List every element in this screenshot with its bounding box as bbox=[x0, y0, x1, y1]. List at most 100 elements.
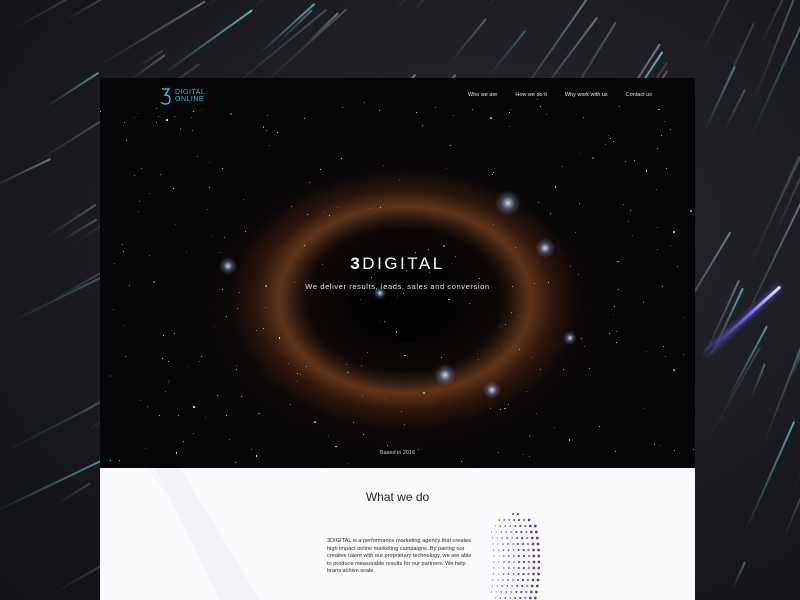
globe-dot bbox=[521, 536, 524, 540]
star bbox=[580, 338, 582, 340]
globe-dot bbox=[496, 585, 498, 587]
star bbox=[654, 443, 656, 445]
globe-dot bbox=[516, 542, 520, 546]
star bbox=[109, 375, 112, 377]
nav-who-we-are[interactable]: Who we are bbox=[468, 92, 497, 98]
globe-dot bbox=[492, 573, 495, 575]
star bbox=[360, 365, 362, 367]
globe-dot bbox=[526, 578, 530, 582]
star bbox=[591, 157, 594, 159]
star bbox=[421, 124, 423, 126]
star bbox=[347, 371, 349, 374]
star-trail bbox=[449, 17, 487, 64]
globe-dot bbox=[532, 548, 535, 552]
nav-contact-us[interactable]: Contact us bbox=[626, 92, 652, 98]
star bbox=[656, 188, 658, 190]
star bbox=[300, 374, 302, 376]
star bbox=[258, 412, 260, 415]
globe-dot bbox=[494, 597, 496, 599]
star bbox=[122, 324, 124, 326]
globe-dot bbox=[528, 596, 532, 600]
globe-dot bbox=[504, 525, 507, 527]
star bbox=[608, 134, 610, 136]
star-trail bbox=[721, 88, 746, 134]
globe-dot bbox=[522, 572, 525, 576]
star bbox=[479, 277, 481, 279]
star bbox=[158, 414, 160, 416]
star bbox=[304, 245, 306, 247]
globe-dot bbox=[499, 597, 502, 599]
globe-dot bbox=[522, 554, 526, 558]
star bbox=[645, 170, 648, 172]
star bbox=[469, 303, 470, 305]
star bbox=[669, 245, 671, 247]
nav-how-we-do-it[interactable]: How we do it bbox=[515, 92, 547, 98]
globe-dot bbox=[527, 548, 530, 552]
star bbox=[400, 411, 402, 413]
star bbox=[673, 231, 675, 233]
globe-dot bbox=[511, 512, 515, 516]
what-we-do-section: What we do 3DIGITAL is a performance mar… bbox=[100, 468, 695, 600]
star bbox=[197, 156, 199, 158]
nav-why-work-with-us[interactable]: Why work with us bbox=[565, 92, 608, 98]
globe-dot bbox=[512, 543, 514, 545]
founded-note: Based in 2016 bbox=[379, 450, 416, 456]
globe-dot bbox=[530, 530, 533, 534]
globe-dot bbox=[522, 518, 526, 522]
globe-dot bbox=[503, 519, 506, 521]
bright-star bbox=[483, 381, 501, 399]
globe-dot bbox=[522, 566, 526, 570]
star bbox=[613, 141, 615, 143]
globe-dot bbox=[497, 573, 500, 575]
star bbox=[461, 460, 463, 462]
star bbox=[345, 363, 347, 365]
star bbox=[493, 171, 495, 173]
star-trail bbox=[57, 482, 91, 504]
star bbox=[291, 206, 293, 208]
globe-dot bbox=[532, 572, 535, 576]
star bbox=[658, 108, 660, 111]
star bbox=[320, 169, 322, 171]
star bbox=[122, 244, 124, 246]
star bbox=[584, 346, 586, 348]
globe-dot bbox=[495, 531, 498, 533]
star-trail bbox=[747, 155, 800, 271]
star-trail bbox=[748, 22, 800, 140]
star bbox=[531, 356, 533, 358]
star bbox=[385, 397, 387, 399]
globe-dot bbox=[526, 584, 529, 588]
star bbox=[427, 248, 430, 251]
star bbox=[322, 211, 324, 213]
globe-dot bbox=[517, 554, 520, 558]
star-trail bbox=[744, 421, 796, 533]
globe-dot bbox=[509, 597, 512, 599]
star bbox=[589, 368, 591, 370]
star-trail bbox=[394, 0, 460, 10]
site-logo[interactable]: DIGITAL ONLINE bbox=[160, 87, 205, 105]
star bbox=[508, 125, 510, 127]
star bbox=[206, 209, 208, 211]
globe-dot bbox=[504, 597, 507, 599]
star bbox=[535, 413, 537, 415]
star bbox=[133, 174, 135, 176]
globe-dot bbox=[526, 536, 529, 540]
globe-dot bbox=[525, 530, 528, 534]
star bbox=[614, 450, 616, 452]
star bbox=[615, 331, 617, 333]
star bbox=[137, 113, 139, 115]
logo-text: DIGITAL ONLINE bbox=[175, 89, 205, 103]
star bbox=[367, 352, 369, 354]
star bbox=[528, 435, 531, 438]
star bbox=[240, 395, 242, 397]
star bbox=[525, 391, 527, 393]
globe-dot bbox=[507, 543, 509, 545]
globe-dot bbox=[532, 560, 536, 564]
hero-subtitle: We deliver results, leads, sales and con… bbox=[305, 282, 490, 291]
globe-dot bbox=[527, 554, 531, 558]
star bbox=[306, 213, 308, 215]
star bbox=[511, 311, 513, 313]
star bbox=[656, 226, 658, 228]
star bbox=[182, 441, 184, 443]
globe-dot bbox=[517, 572, 520, 576]
globe-dot bbox=[536, 578, 540, 582]
